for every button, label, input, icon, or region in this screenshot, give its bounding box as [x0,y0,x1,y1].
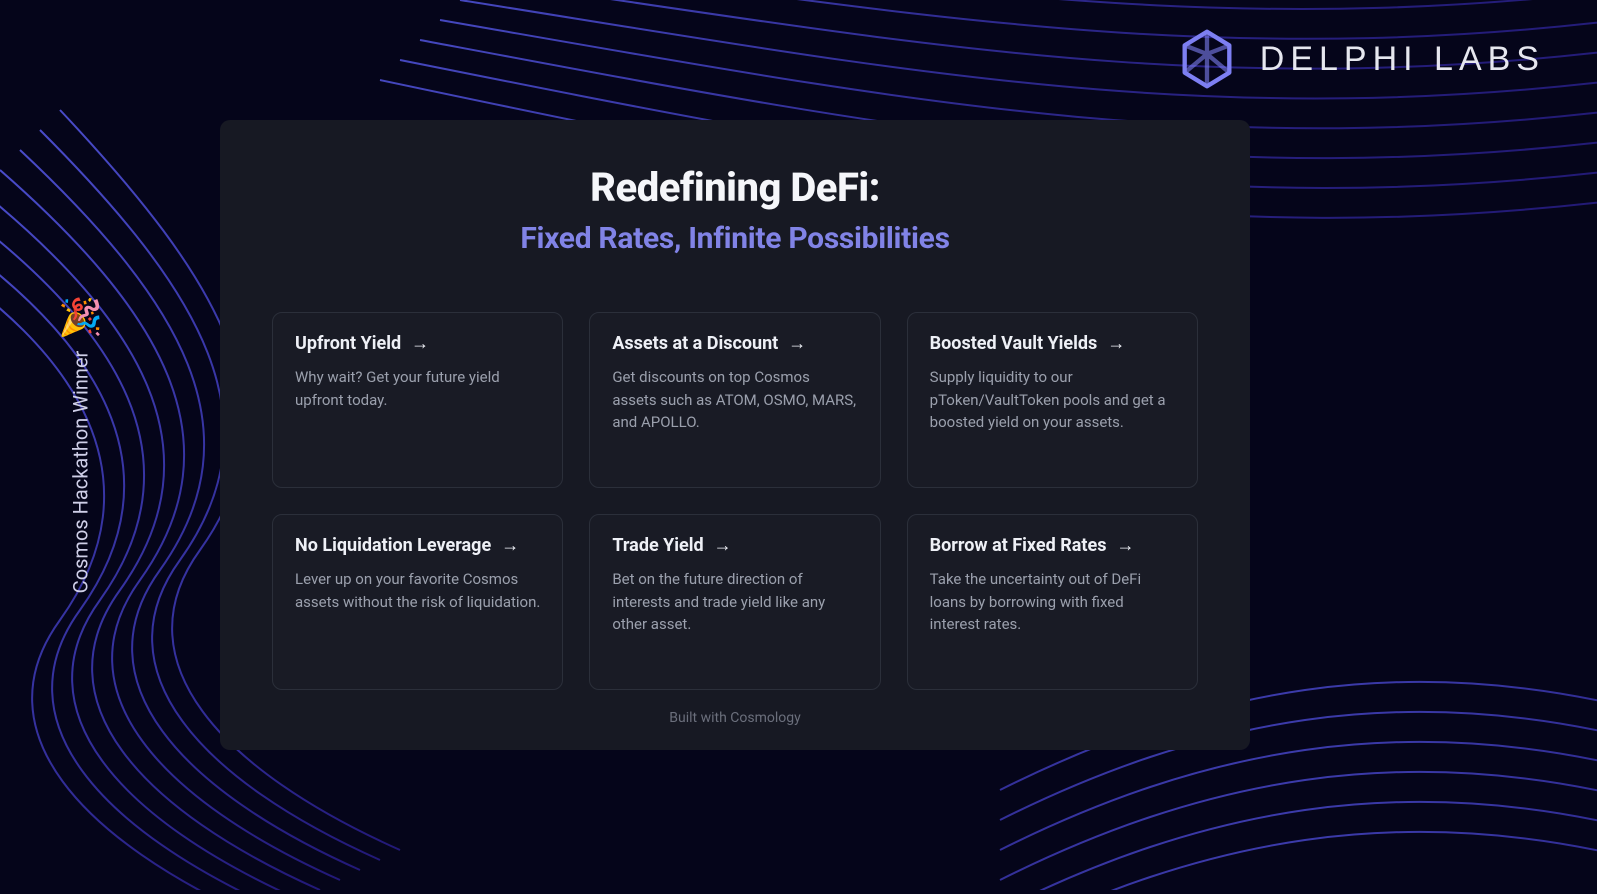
card-title: Assets at a Discount [612,333,778,354]
card-title: Borrow at Fixed Rates [930,535,1107,556]
card-description: Supply liquidity to our pToken/VaultToke… [930,366,1175,434]
card-title: No Liquidation Leverage [295,535,491,556]
card-upfront-yield[interactable]: Upfront Yield → Why wait? Get your futur… [272,312,563,488]
card-no-liquidation-leverage[interactable]: No Liquidation Leverage → Lever up on yo… [272,514,563,690]
card-description: Get discounts on top Cosmos assets such … [612,366,857,434]
card-trade-yield[interactable]: Trade Yield → Bet on the future directio… [589,514,880,690]
party-popper-icon: 🎉 [58,297,103,339]
arrow-right-icon: → [1116,537,1134,555]
arrow-right-icon: → [501,537,519,555]
card-title: Boosted Vault Yields [930,333,1098,354]
card-title: Trade Yield [612,535,703,556]
hackathon-winner-label: Cosmos Hackathon Winner [68,351,92,594]
delphi-logo-icon [1176,28,1238,90]
hero-title: Redefining DeFi: [272,164,1198,211]
card-description: Bet on the future direction of interests… [612,568,857,636]
arrow-right-icon: → [788,335,806,353]
card-assets-discount[interactable]: Assets at a Discount → Get discounts on … [589,312,880,488]
arrow-right-icon: → [714,537,732,555]
arrow-right-icon: → [411,335,429,353]
card-description: Why wait? Get your future yield upfront … [295,366,540,411]
brand-name: DELPHI LABS [1260,40,1545,79]
card-description: Take the uncertainty out of DeFi loans b… [930,568,1175,636]
main-panel: Redefining DeFi: Fixed Rates, Infinite P… [220,120,1250,750]
built-with-footer: Built with Cosmology [272,710,1198,726]
brand-header: DELPHI LABS [1176,28,1545,90]
arrow-right-icon: → [1107,335,1125,353]
card-title: Upfront Yield [295,333,401,354]
feature-card-grid: Upfront Yield → Why wait? Get your futur… [272,312,1198,690]
card-boosted-vault-yields[interactable]: Boosted Vault Yields → Supply liquidity … [907,312,1198,488]
card-description: Lever up on your favorite Cosmos assets … [295,568,540,613]
card-borrow-fixed-rates[interactable]: Borrow at Fixed Rates → Take the uncerta… [907,514,1198,690]
hackathon-winner-badge: Cosmos Hackathon Winner 🎉 [58,297,103,594]
hero-subtitle: Fixed Rates, Infinite Possibilities [272,221,1198,256]
